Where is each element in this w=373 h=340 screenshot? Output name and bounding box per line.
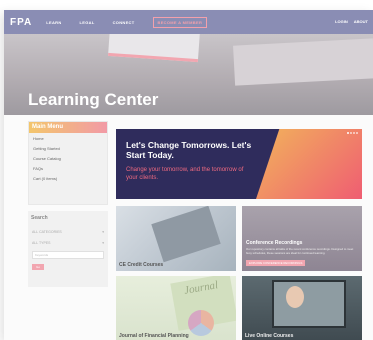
banner-title: Let's Change Tomorrows. Let's Start Toda… — [126, 140, 252, 160]
search-input[interactable]: Keywords — [32, 251, 104, 259]
nav-right: LOGIN ABOUT — [335, 19, 368, 24]
about-link[interactable]: ABOUT — [354, 19, 368, 24]
search-panel: Search ALL CATEGORIES ▾ ALL TYPES ▾ Keyw… — [28, 211, 108, 287]
tile-label: CE Credit Courses — [119, 262, 164, 268]
carousel-dot[interactable] — [350, 132, 352, 134]
main-menu-title: Main Menu — [29, 122, 107, 133]
type-select-value: ALL TYPES — [32, 241, 51, 245]
nav-link-learn[interactable]: LEARN — [46, 20, 61, 25]
search-title: Search — [31, 215, 48, 221]
chevron-down-icon: ▾ — [102, 230, 104, 234]
menu-item-getting-started[interactable]: Getting Started — [29, 143, 107, 153]
carousel-dot[interactable] — [356, 132, 358, 134]
tile-description: Our repository contains all talks of the… — [246, 247, 354, 255]
carousel-dots — [347, 132, 358, 134]
tile-journal[interactable]: Journal Journal of Financial Planning — [116, 276, 236, 340]
page-title: Learning Center — [28, 90, 159, 109]
category-select-value: ALL CATEGORIES — [32, 230, 62, 234]
tile-live-online-courses[interactable]: Live Online Courses — [242, 276, 362, 340]
menu-item-home[interactable]: Home — [29, 133, 107, 143]
nav-link-connect[interactable]: CONNECT — [113, 20, 135, 25]
tile-conference-recordings[interactable]: Conference Recordings Our repository con… — [242, 206, 362, 271]
search-go-button[interactable]: Go — [32, 264, 44, 270]
type-select[interactable]: ALL TYPES ▾ — [32, 239, 104, 247]
tile-ce-credit-courses[interactable]: CE Credit Courses — [116, 206, 236, 271]
banner-accent-stripe — [256, 129, 362, 199]
chevron-down-icon: ▾ — [102, 241, 104, 245]
carousel-dot[interactable] — [353, 132, 355, 134]
presenter-image — [286, 286, 304, 308]
carousel-dot[interactable] — [347, 132, 349, 134]
top-nav: FPA LEARN LEGAL CONNECT BECOME A MEMBER … — [4, 10, 373, 34]
magazine-pie-graphic — [188, 310, 214, 336]
nav-link-legal[interactable]: LEGAL — [80, 20, 95, 25]
hero-background-image — [233, 38, 373, 86]
hero-book-image — [108, 34, 200, 63]
tile-label: Live Online Courses — [245, 333, 294, 339]
login-link[interactable]: LOGIN — [335, 19, 348, 24]
sidebar: Main Menu Home Getting Started Course Ca… — [28, 121, 108, 287]
logo[interactable]: FPA — [10, 17, 32, 28]
banner-subtitle: Change your tomorrow, and the tomorrow o… — [126, 167, 244, 181]
tile-title: Conference Recordings — [246, 240, 303, 246]
menu-item-faqs[interactable]: FAQs — [29, 163, 107, 173]
promo-banner[interactable]: Let's Change Tomorrows. Let's Start Toda… — [116, 129, 362, 199]
become-member-button[interactable]: BECOME A MEMBER — [152, 16, 208, 28]
video-call-image — [272, 280, 346, 328]
nav-links: LEARN LEGAL CONNECT BECOME A MEMBER — [46, 16, 208, 28]
main-menu: Main Menu Home Getting Started Course Ca… — [28, 121, 108, 205]
category-select[interactable]: ALL CATEGORIES ▾ — [32, 228, 104, 236]
hero-banner: Learning Center — [4, 34, 373, 115]
tile-label: Journal of Financial Planning — [119, 333, 189, 339]
explore-recordings-button[interactable]: EXPLORE CONFERENCE RECORDINGS — [246, 260, 306, 266]
laptop-image — [151, 206, 221, 263]
menu-item-cart[interactable]: Cart (0 items) — [29, 173, 107, 183]
menu-item-course-catalog[interactable]: Course Catalog — [29, 153, 107, 163]
page: FPA LEARN LEGAL CONNECT BECOME A MEMBER … — [4, 10, 373, 340]
